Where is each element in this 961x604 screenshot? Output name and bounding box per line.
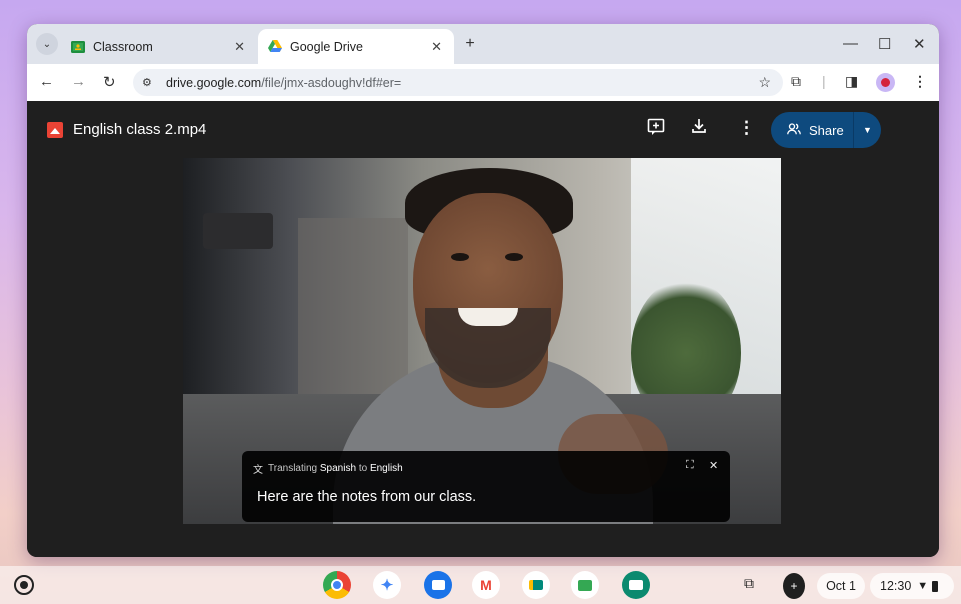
download-icon[interactable] bbox=[691, 118, 707, 139]
wifi-icon: ▼ bbox=[917, 580, 929, 592]
launcher-icon[interactable] bbox=[14, 575, 34, 595]
gmail-icon[interactable]: M bbox=[472, 571, 500, 599]
caption-text: Here are the notes from our class. bbox=[257, 489, 477, 505]
file-title: English class 2.mp4 bbox=[73, 121, 207, 138]
url-host: drive.google.com bbox=[166, 75, 262, 90]
tab-close-icon[interactable]: ✕ bbox=[431, 39, 442, 55]
files-icon[interactable] bbox=[424, 571, 452, 599]
add-comment-icon[interactable] bbox=[647, 118, 665, 141]
back-arrow-icon[interactable]: ← bbox=[39, 73, 54, 90]
maximize-icon[interactable]: ☐ bbox=[878, 35, 891, 53]
video-frame-bookshelf bbox=[298, 218, 408, 398]
caption-connector: to bbox=[358, 463, 368, 474]
caption-header: 文 Translating Spanish to English bbox=[253, 461, 403, 476]
chrome-icon[interactable] bbox=[323, 571, 351, 599]
url-path: /file/jmx-asdoughv!df#er= bbox=[261, 75, 402, 90]
share-dropdown-icon[interactable]: ▼ bbox=[854, 125, 881, 135]
date-pill[interactable]: Oct 1 bbox=[817, 573, 865, 599]
video-frame-eye bbox=[505, 253, 523, 261]
screen-capture-icon[interactable]: ⧉ bbox=[744, 575, 754, 592]
gemini-icon[interactable]: ✦ bbox=[373, 571, 401, 599]
browser-window: ⌄ Classroom ✕ Google Drive ✕ + — ☐ ✕ ← →… bbox=[27, 24, 939, 557]
classroom-icon[interactable] bbox=[571, 571, 599, 599]
date-label: Oct 1 bbox=[826, 579, 856, 593]
caption-source-language: Spanish bbox=[319, 463, 357, 474]
tab-strip: ⌄ Classroom ✕ Google Drive ✕ + — ☐ ✕ bbox=[27, 24, 939, 64]
bookmark-star-icon[interactable]: ☆ bbox=[758, 74, 771, 91]
share-button[interactable]: Share ▼ bbox=[771, 112, 881, 148]
reload-icon[interactable]: ↻ bbox=[103, 73, 116, 91]
tab-close-icon[interactable]: ✕ bbox=[234, 39, 245, 55]
minimize-icon[interactable]: — bbox=[843, 35, 858, 52]
status-tray[interactable]: 12:30 ▼ bbox=[870, 573, 954, 599]
translate-icon: 文 bbox=[253, 465, 263, 476]
live-caption-panel: 文 Translating Spanish to English ⛶ ✕ Her… bbox=[242, 451, 730, 522]
video-frame-smile bbox=[458, 308, 518, 326]
tab-google-drive[interactable]: Google Drive ✕ bbox=[258, 29, 454, 64]
video-file-icon bbox=[47, 122, 63, 138]
chromeos-shelf: ✦ M ⧉ + Oct 1 12:30 ▼ bbox=[0, 566, 961, 604]
tab-search-chevron-icon[interactable]: ⌄ bbox=[36, 33, 58, 55]
meet-icon[interactable] bbox=[522, 571, 550, 599]
more-options-icon[interactable]: ⋮ bbox=[738, 118, 755, 138]
people-icon bbox=[787, 122, 801, 138]
drive-video-viewer: English class 2.mp4 ⋮ Share ▼ 文 Translat… bbox=[27, 101, 939, 557]
time-label: 12:30 bbox=[880, 579, 912, 593]
tab-title: Google Drive bbox=[290, 39, 363, 54]
add-icon[interactable]: + bbox=[783, 573, 805, 599]
slides-icon[interactable] bbox=[622, 571, 650, 599]
google-drive-icon bbox=[268, 40, 282, 54]
address-bar[interactable]: ⚙ drive.google.com/file/jmx-asdoughv!df#… bbox=[133, 69, 783, 96]
new-tab-plus-icon[interactable]: + bbox=[459, 33, 481, 55]
site-settings-icon[interactable]: ⚙ bbox=[142, 76, 158, 89]
video-frame-eye bbox=[451, 253, 469, 261]
close-window-icon[interactable]: ✕ bbox=[913, 35, 926, 53]
share-label: Share bbox=[809, 122, 844, 138]
browser-menu-icon[interactable]: ⋮ bbox=[913, 73, 927, 90]
toolbar-divider: | bbox=[822, 73, 826, 89]
browser-toolbar: ← → ↻ ⚙ drive.google.com/file/jmx-asdoug… bbox=[27, 64, 939, 101]
close-caption-icon[interactable]: ✕ bbox=[709, 459, 718, 472]
expand-caption-icon[interactable]: ⛶ bbox=[686, 459, 694, 472]
tab-title: Classroom bbox=[93, 39, 153, 54]
side-panel-icon[interactable]: ◨ bbox=[845, 73, 858, 90]
classroom-icon bbox=[71, 40, 85, 54]
caption-target-language: English bbox=[369, 463, 403, 474]
video-frame-lamp bbox=[203, 213, 273, 249]
extensions-puzzle-icon[interactable]: ⧉ bbox=[791, 73, 801, 90]
tab-classroom[interactable]: Classroom ✕ bbox=[61, 29, 257, 64]
caption-prefix: Translating bbox=[268, 463, 318, 474]
forward-arrow-icon[interactable]: → bbox=[71, 73, 86, 90]
battery-icon bbox=[932, 580, 939, 592]
profile-avatar[interactable] bbox=[876, 73, 895, 92]
